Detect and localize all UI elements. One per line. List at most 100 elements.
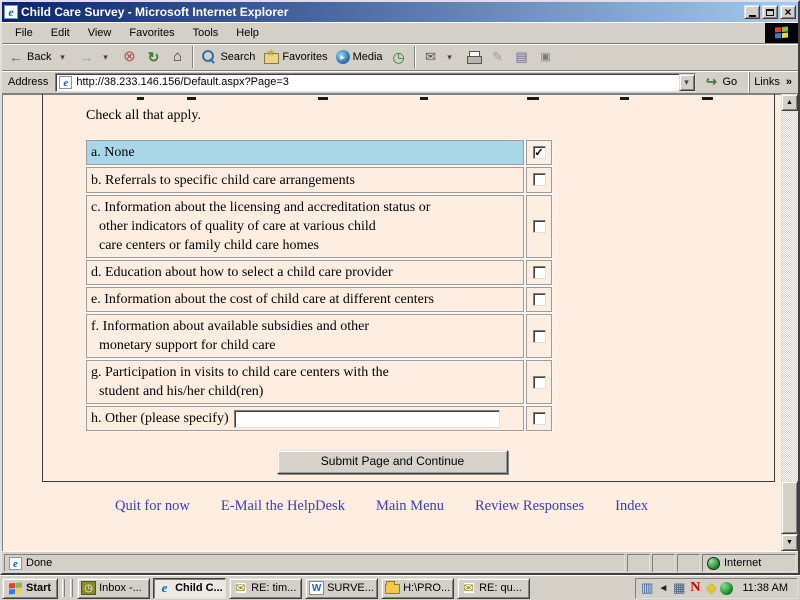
option-checkbox[interactable] (532, 412, 546, 426)
task-button[interactable]: RE: tim... (229, 577, 303, 599)
option-label-line: other indicators of quality of care at v… (99, 218, 376, 234)
footer-links: Quit for now E-Mail the HelpDesk Main Menu… (2, 498, 781, 515)
home-button[interactable] (165, 45, 189, 69)
links-toolbar[interactable]: Links » (749, 71, 796, 93)
taskbar: Start Inbox -... Child C... RE: tim... (0, 575, 800, 600)
chevron-down-icon (680, 74, 694, 90)
taskbar-grip[interactable] (62, 579, 66, 597)
option-label-line: c. Information about the licensing and a… (91, 199, 431, 215)
task-button[interactable]: Child C... (153, 577, 227, 599)
option-checkbox[interactable] (532, 173, 546, 187)
security-zone-text: Internet (724, 557, 762, 569)
display-tray-icon[interactable] (640, 581, 654, 595)
go-button[interactable]: Go (696, 72, 746, 93)
volume-tray-icon[interactable] (656, 581, 670, 595)
option-label: h. Other (please specify) (91, 409, 229, 428)
forward-icon (78, 49, 94, 65)
footer-link[interactable]: Index (615, 498, 648, 515)
taskbar-clock: 11:38 AM (742, 582, 788, 594)
scroll-down-button[interactable] (781, 534, 798, 551)
media-button[interactable]: Media (332, 45, 387, 69)
menu-item[interactable]: Edit (42, 24, 79, 42)
refresh-button[interactable] (141, 45, 165, 69)
print-button[interactable] (462, 45, 486, 69)
media-icon (335, 50, 350, 64)
option-checkbox[interactable] (532, 265, 546, 279)
task-label: RE: qu... (479, 582, 522, 594)
survey-instruction: Check all that apply. (86, 108, 201, 123)
forward-dropdown-icon[interactable] (97, 49, 113, 65)
option-label: g. Participation in visits to child care… (91, 363, 389, 401)
footer-link[interactable]: Quit for now (115, 498, 190, 515)
history-icon (391, 49, 407, 65)
menu-item[interactable]: Tools (184, 24, 228, 42)
menu-item[interactable]: Help (227, 24, 268, 42)
menu-item[interactable]: View (79, 24, 121, 42)
task-button[interactable]: H:\PRO... (381, 577, 455, 599)
task-button[interactable]: SURVE... (305, 577, 379, 599)
close-icon: × (784, 5, 792, 19)
vertical-scrollbar[interactable] (781, 94, 798, 551)
edit-button[interactable] (486, 45, 510, 69)
network-tray-icon[interactable] (672, 581, 686, 595)
stop-icon (121, 49, 137, 65)
menu-item[interactable]: File (6, 24, 42, 42)
table-row: f. Information about available subsidies… (86, 314, 554, 359)
back-dropdown-icon[interactable] (54, 49, 70, 65)
option-label-line: b. Referrals to specific child care arra… (91, 172, 355, 188)
norton-tray-icon[interactable] (688, 581, 702, 595)
messenger-button[interactable] (534, 45, 558, 69)
option-checkbox[interactable] (532, 292, 546, 306)
options-table: a. None b. Referrals to specific child c… (86, 140, 554, 433)
menu-item[interactable]: Favorites (120, 24, 183, 42)
option-label: b. Referrals to specific child care arra… (91, 171, 355, 190)
shield-tray-icon[interactable] (704, 581, 718, 595)
toolbar-separator (413, 46, 416, 68)
globe-icon (707, 556, 720, 570)
messenger-icon (538, 49, 554, 65)
status-mini-pane (652, 554, 675, 572)
mail-message-icon (461, 581, 476, 595)
option-checkbox[interactable] (532, 146, 546, 160)
stop-button[interactable] (117, 45, 141, 69)
mail-dropdown-icon[interactable] (442, 49, 458, 65)
option-checkbox-cell (526, 314, 552, 359)
submit-button[interactable]: Submit Page and Continue (277, 450, 508, 474)
option-checkbox[interactable] (532, 329, 546, 343)
status-text: Done (26, 557, 53, 569)
history-button[interactable] (387, 45, 411, 69)
address-dropdown-button[interactable] (678, 73, 695, 91)
task-button[interactable]: Inbox -... (77, 577, 151, 599)
task-button[interactable]: RE: qu... (457, 577, 531, 599)
status-zone-pane: Internet (702, 554, 796, 572)
restore-icon (766, 8, 774, 16)
page-icon: e (9, 556, 22, 570)
close-button[interactable]: × (780, 5, 796, 19)
address-url[interactable]: http://38.233.146.156/Default.aspx?Page=… (76, 76, 678, 88)
mail-button[interactable] (419, 45, 462, 69)
toolbar-separator (192, 46, 195, 68)
search-button[interactable]: Search (197, 45, 259, 69)
minimize-button[interactable] (744, 5, 760, 19)
discuss-button[interactable] (510, 45, 534, 69)
back-button[interactable]: Back (4, 45, 74, 69)
links-chevron-icon[interactable]: » (786, 76, 792, 88)
restore-button[interactable] (762, 5, 778, 19)
start-button[interactable]: Start (2, 577, 59, 599)
option-checkbox-cell (526, 286, 552, 313)
option-label-cell: a. None (86, 140, 524, 166)
taskbar-grip[interactable] (70, 579, 74, 597)
other-specify-input[interactable] (233, 409, 500, 428)
footer-link[interactable]: Review Responses (475, 498, 584, 515)
forward-button[interactable] (74, 45, 117, 69)
option-checkbox[interactable] (532, 219, 546, 233)
address-input[interactable]: e http://38.233.146.156/Default.aspx?Pag… (55, 72, 696, 92)
option-label-cell: c. Information about the licensing and a… (86, 194, 524, 258)
favorites-button[interactable]: Favorites (259, 45, 331, 69)
scrollbar-thumb[interactable] (781, 481, 798, 534)
scroll-up-button[interactable] (781, 94, 798, 111)
footer-link[interactable]: E-Mail the HelpDesk (221, 498, 345, 515)
footer-link[interactable]: Main Menu (376, 498, 444, 515)
green-globe-tray-icon[interactable] (720, 581, 734, 595)
option-checkbox[interactable] (532, 375, 546, 389)
